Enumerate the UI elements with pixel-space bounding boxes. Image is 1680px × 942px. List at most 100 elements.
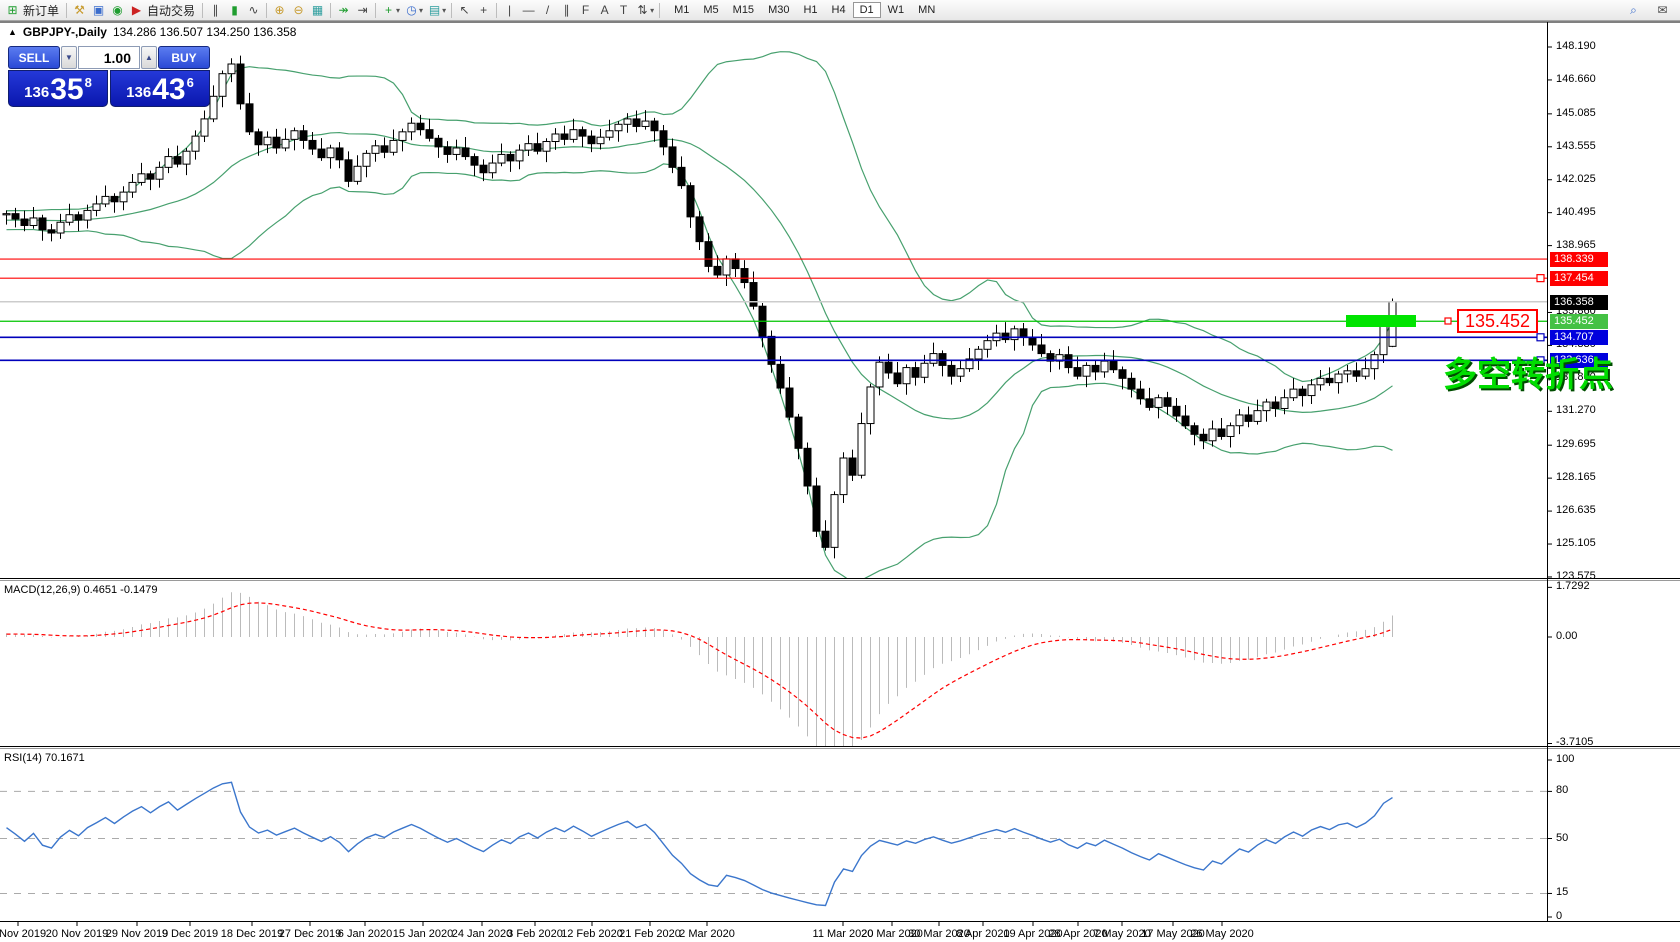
candle-body — [849, 458, 856, 475]
level-marker — [1537, 334, 1544, 341]
volume-input[interactable]: 1.00 — [78, 46, 140, 69]
buy-price-point: 6 — [187, 75, 194, 90]
candle-body — [1092, 365, 1099, 371]
date-axis-label: 6 Jan 2020 — [338, 928, 392, 940]
sell-price[interactable]: 136 35 8 — [8, 70, 108, 107]
candle-body — [1191, 426, 1198, 435]
candle-body — [1317, 378, 1324, 384]
candle-body — [1353, 371, 1360, 376]
date-axis-label: 26 May 2020 — [1190, 928, 1254, 940]
chinese-annotation: 多空转折点 — [1443, 347, 1613, 396]
candle-body — [138, 174, 145, 183]
candle-body — [552, 134, 559, 142]
date-axis-label: 18 Dec 2019 — [221, 928, 283, 940]
rsi-line — [7, 782, 1393, 905]
candle-body — [795, 417, 802, 448]
candle-body — [930, 354, 937, 364]
price-axis-label: 0 — [1556, 910, 1562, 923]
candle-body — [1137, 389, 1144, 399]
candle-body — [1326, 378, 1333, 382]
rsi-label: RSI(14) 70.1671 — [4, 752, 85, 764]
chart-canvas[interactable] — [0, 0, 1680, 942]
candle-body — [723, 259, 730, 275]
candle-body — [948, 365, 955, 376]
price-axis-label: 138.965 — [1556, 239, 1596, 252]
candle-body — [444, 147, 451, 155]
candle-body — [642, 121, 649, 126]
candle-body — [84, 210, 91, 220]
macd-label: MACD(12,26,9) 0.4651 -0.1479 — [4, 584, 157, 596]
candle-body — [561, 134, 568, 139]
candle-body — [66, 215, 73, 223]
candle-body — [399, 132, 406, 141]
candle-body — [48, 230, 55, 233]
candle-body — [453, 148, 460, 154]
candle-body — [1236, 415, 1243, 426]
candle-body — [1218, 429, 1225, 437]
candle-body — [903, 368, 910, 384]
bollinger-band — [7, 133, 1393, 419]
candle-body — [714, 266, 721, 275]
candle-body — [579, 130, 586, 136]
buy-price[interactable]: 136 43 6 — [110, 70, 210, 107]
candle-body — [543, 142, 550, 152]
candle-body — [390, 140, 397, 152]
candle-body — [516, 150, 523, 161]
date-axis-label: 27 Dec 2019 — [279, 928, 341, 940]
candle-body — [894, 373, 901, 384]
price-axis-label: 146.660 — [1556, 73, 1596, 86]
candle-body — [1110, 361, 1117, 370]
green-highlight-box — [1346, 315, 1416, 327]
candle-body — [462, 148, 469, 157]
symbol-marker-icon: ▲ — [8, 27, 17, 37]
candle-body — [1344, 371, 1351, 374]
candle-body — [363, 153, 370, 166]
candle-body — [1308, 385, 1315, 396]
volume-up-button[interactable]: ▲ — [141, 46, 157, 69]
volume-down-button[interactable]: ▼ — [61, 46, 77, 69]
candle-body — [1074, 368, 1081, 377]
date-axis-label: 24 Jan 2020 — [452, 928, 513, 940]
candle-body — [57, 222, 64, 233]
sell-button[interactable]: SELL — [8, 46, 60, 69]
candle-body — [597, 137, 604, 143]
date-axis-label: 3 Feb 2020 — [507, 928, 563, 940]
candle-body — [498, 154, 505, 163]
candle-body — [813, 486, 820, 531]
price-axis-label: 143.555 — [1556, 140, 1596, 153]
level-price-label: 135.452 — [1550, 314, 1608, 329]
level-price-label: 138.339 — [1550, 252, 1608, 267]
candle-body — [741, 269, 748, 283]
candle-body — [750, 283, 757, 307]
candle-body — [696, 217, 703, 242]
candle-body — [534, 144, 541, 152]
candle-body — [1335, 374, 1342, 383]
candle-body — [372, 146, 379, 154]
main-chart-pane — [0, 52, 1547, 583]
price-axis-label: 15 — [1556, 886, 1568, 899]
candle-body — [1362, 369, 1369, 377]
price-axis-label: 140.495 — [1556, 206, 1596, 219]
rsi-pane — [0, 782, 1547, 905]
one-click-trade-panel: SELL ▼ 1.00 ▲ BUY 136 35 8 136 43 6 — [8, 46, 210, 107]
candle-body — [525, 144, 532, 150]
candle-body — [435, 138, 442, 147]
sell-price-major: 136 — [24, 84, 49, 101]
date-axis-label: 21 Feb 2020 — [619, 928, 681, 940]
level-marker — [1537, 275, 1544, 282]
candle-body — [30, 218, 37, 226]
candle-body — [255, 132, 262, 145]
candle-body — [219, 74, 226, 97]
candle-body — [1164, 398, 1171, 407]
price-callout-label[interactable]: 135.452 — [1457, 309, 1538, 333]
buy-button[interactable]: BUY — [158, 46, 210, 69]
candle-body — [777, 364, 784, 388]
candle-body — [1299, 389, 1306, 395]
candle-body — [957, 369, 964, 377]
candle-body — [1101, 361, 1108, 372]
price-axis-label: 1.7292 — [1556, 580, 1590, 593]
date-axis-label: 1 Nov 2019 — [0, 928, 46, 940]
candle-body — [1119, 370, 1126, 379]
candle-body — [75, 215, 82, 220]
date-axis-label: 12 Feb 2020 — [561, 928, 623, 940]
